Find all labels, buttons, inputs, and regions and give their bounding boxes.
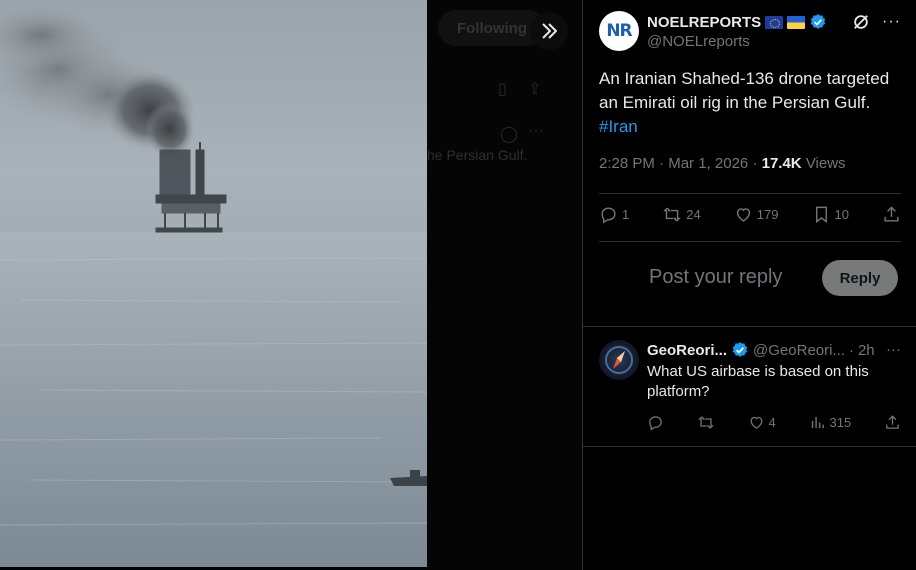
post-media-photo[interactable] [0,0,427,567]
collapse-panel-button[interactable] [530,12,568,50]
like-action[interactable]: 179 [734,205,779,224]
repost-count: 24 [686,207,701,222]
views-count: 315 [829,415,852,430]
like-count: 4 [768,415,776,430]
reply-input[interactable]: Post your reply [649,266,782,289]
meta-separator: · [752,155,762,172]
meta-separator: · [848,341,854,359]
like-count: 179 [756,207,779,222]
author-name-row: NOELREPORTS [647,13,827,31]
share-icon: ⇪ [528,81,542,98]
meta-separator: · [659,155,669,172]
bookmark-count: 10 [834,207,849,222]
like-action[interactable]: 4 [748,414,776,431]
author-handle[interactable]: @NOELreports [647,33,750,50]
reply-action[interactable] [647,414,664,431]
reply-header: GeoReori... @GeoReori... · 2h ··· [647,341,901,359]
compass-logo-icon [605,346,633,374]
views-count: 17.4K [761,155,802,172]
share-icon [886,415,899,429]
reply-action[interactable]: 1 [599,205,629,224]
share-action[interactable] [882,205,901,224]
views-label: Views [805,155,846,172]
more-icon[interactable]: ··· [882,13,901,31]
heart-icon [736,208,750,222]
heart-icon [750,416,762,429]
divider [583,446,916,447]
reply-count: 1 [622,207,630,222]
analytics-icon [811,416,824,429]
repost-icon [663,207,682,222]
reply-icon [601,207,616,224]
post-time[interactable]: 2:28 PM [599,155,655,172]
reply-icon [649,416,662,431]
repost-action[interactable]: 24 [662,205,701,224]
share-action[interactable] [884,414,901,431]
grok-icon: ◯ [500,126,518,143]
double-chevron-right-icon [542,23,557,39]
share-icon [884,206,899,222]
verified-badge-icon [809,13,827,31]
more-icon[interactable]: ··· [886,341,901,358]
post-actions: 1 24 179 10 [599,205,901,224]
reply-author-handle[interactable]: @GeoReori... [753,342,845,359]
bookmark-icon [815,206,827,224]
grok-icon[interactable] [852,13,870,36]
bookmark-action[interactable]: 10 [812,205,849,224]
avatar[interactable]: NR [599,11,639,51]
author-name[interactable]: NOELREPORTS [647,14,761,31]
divider [599,241,901,242]
background-post-text: he Persian Gulf. [427,147,528,163]
views-action[interactable]: 315 [809,414,852,431]
post-body: An Iranian Shahed-136 drone targeted an … [599,69,890,112]
repost-icon [697,416,714,429]
ukraine-flag-icon [787,15,806,29]
avatar[interactable] [599,340,639,380]
divider [583,326,916,327]
reply-actions: 4 315 [647,414,901,431]
hashtag-link[interactable]: #Iran [599,117,638,136]
repost-action[interactable] [697,414,715,431]
post-meta: 2:28 PM · Mar 1, 2026 · 17.4K Views [599,155,846,172]
bookmark-icon: ▯ [498,81,507,98]
post-date[interactable]: Mar 1, 2026 [668,155,748,172]
verified-badge-icon [731,341,749,359]
post-detail-panel: NR NOELREPORTS @NOELreports ··· An Irani… [582,0,916,570]
more-icon: ··· [528,122,544,139]
reply-text: What US airbase is based on this platfor… [647,363,869,400]
reply-time[interactable]: 2h [858,342,875,359]
reply-item[interactable]: GeoReori... @GeoReori... · 2h ··· What U… [599,328,901,446]
post-text: An Iranian Shahed-136 drone targeted an … [599,67,901,139]
reply-author-name[interactable]: GeoReori... [647,342,727,359]
reply-button[interactable]: Reply [822,260,898,296]
eu-flag-icon [765,15,784,29]
oil-rig-image [0,0,427,567]
divider [599,193,901,194]
